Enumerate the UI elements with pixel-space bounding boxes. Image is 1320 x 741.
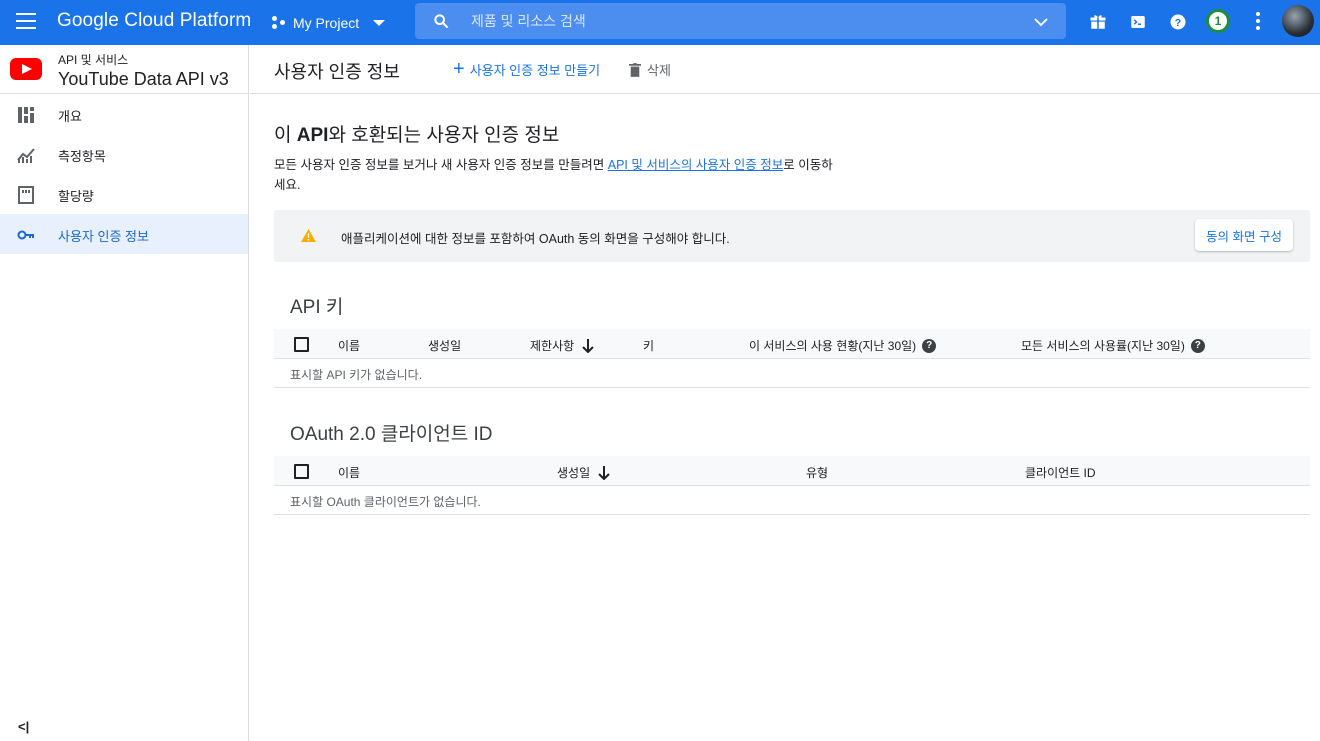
col-label: 이 서비스의 사용 현황(지난 30일) [749,339,917,353]
project-name: My Project [293,15,360,31]
col-usage-all-services[interactable]: 모든 서비스의 사용률(지난 30일)? [1021,337,1205,354]
desc-text: 모든 사용자 인증 정보를 보거나 새 사용자 인증 정보를 만들려면 [274,158,608,172]
create-credentials-button[interactable]: + 사용자 인증 정보 만들기 [453,58,601,80]
oauth-title: OAuth 2.0 클라이언트 ID [290,424,493,445]
col-label: 유형 [806,466,829,480]
col-label: 키 [643,339,655,353]
caret-down-icon [373,20,386,26]
help-icon[interactable]: ? [1167,11,1189,33]
sidebar-item-label: 할당량 [58,189,94,204]
api-keys-table-header: 이름 생성일 제한사항 키 이 서비스의 사용 현황(지난 30일)? 모든 서… [274,329,1310,359]
top-app-bar: Google Cloud Platform My Project ? 1 [0,0,1320,45]
menu-icon[interactable] [16,13,36,29]
delete-button[interactable]: 삭제 [629,60,671,79]
api-subtitle: API 및 서비스 [58,53,129,67]
brand-title[interactable]: Google Cloud Platform [57,10,251,32]
sidebar: API 및 서비스 YouTube Data API v3 개요 측정항목 할당… [0,45,249,741]
select-all-checkbox[interactable] [294,337,309,352]
key-icon [17,230,34,240]
oauth-empty-row: 표시할 OAuth 클라이언트가 없습니다. [274,486,1310,515]
col-type[interactable]: 유형 [806,464,828,481]
search-bar[interactable] [415,3,1066,39]
sidebar-item-label: 개요 [58,109,82,124]
credentials-link[interactable]: API 및 서비스의 사용자 인증 정보 [608,158,784,172]
section-title: 이 API와 호환되는 사용자 인증 정보 [274,120,559,147]
search-input[interactable] [471,13,1011,29]
sidebar-item-metrics[interactable]: 측정항목 [0,134,248,174]
api-keys-empty-row: 표시할 API 키가 없습니다. [274,359,1310,388]
oauth-table-header: 이름 생성일 유형 클라이언트 ID [274,456,1310,486]
delete-label: 삭제 [647,63,671,78]
col-client-id[interactable]: 클라이언트 ID [1025,464,1096,481]
empty-message: 표시할 API 키가 없습니다. [290,368,423,382]
main-content: 사용자 인증 정보 + 사용자 인증 정보 만들기 삭제 이 API와 호환되는… [250,45,1320,741]
api-keys-title: API 키 [290,297,344,318]
sidebar-item-overview[interactable]: 개요 [0,94,248,134]
sidebar-item-label: 사용자 인증 정보 [58,229,149,244]
oauth-consent-alert: 애플리케이션에 대한 정보를 포함하여 OAuth 동의 화면을 구성해야 합니… [274,210,1310,262]
search-icon [434,14,449,29]
warning-icon [301,229,316,242]
api-header: API 및 서비스 YouTube Data API v3 [0,45,248,94]
sidebar-item-quota[interactable]: 할당량 [0,174,248,214]
col-name[interactable]: 이름 [338,337,360,354]
alert-text: 애플리케이션에 대한 정보를 포함하여 OAuth 동의 화면을 구성해야 합니… [341,232,730,246]
section-title-prefix: 이 [274,125,297,146]
sort-arrow-down-icon [582,338,594,353]
trash-icon [629,62,641,77]
page-title: 사용자 인증 정보 [274,62,400,82]
help-icon[interactable]: ? [922,338,937,353]
quota-icon [18,186,34,204]
col-restrictions[interactable]: 제한사항 [530,337,594,354]
select-all-checkbox[interactable] [294,464,309,479]
col-usage-this-service[interactable]: 이 서비스의 사용 현황(지난 30일)? [749,337,937,354]
avatar[interactable] [1282,5,1314,37]
col-label: 제한사항 [530,339,575,353]
cloud-shell-icon[interactable] [1127,11,1149,33]
col-label: 생성일 [557,466,591,480]
sidebar-item-credentials[interactable]: 사용자 인증 정보 [0,214,248,254]
plus-icon: + [453,58,465,80]
notifications-badge[interactable]: 1 [1206,9,1230,33]
project-selector[interactable]: My Project [272,11,386,35]
col-key[interactable]: 키 [643,337,654,354]
col-created[interactable]: 생성일 [428,337,461,354]
empty-message: 표시할 OAuth 클라이언트가 없습니다. [290,495,481,509]
dashboard-icon [18,107,34,123]
project-dots-icon [272,16,286,30]
sort-arrow-down-icon [598,465,610,480]
section-title-bold: API [296,125,329,146]
more-vert-icon[interactable] [1255,12,1261,32]
col-label: 이름 [338,466,361,480]
section-title-suffix: 와 호환되는 사용자 인증 정보 [328,125,560,146]
col-label: 클라이언트 ID [1025,466,1096,480]
page-header: 사용자 인증 정보 + 사용자 인증 정보 만들기 삭제 [250,45,1320,94]
sidebar-item-label: 측정항목 [58,149,106,164]
api-title: YouTube Data API v3 [58,69,229,89]
youtube-logo-icon [10,58,42,80]
section-description: 모든 사용자 인증 정보를 보거나 새 사용자 인증 정보를 만들려면 API … [274,155,834,195]
col-created[interactable]: 생성일 [557,464,610,481]
metrics-icon [17,148,35,163]
col-label: 모든 서비스의 사용률(지난 30일) [1021,339,1185,353]
create-credentials-label: 사용자 인증 정보 만들기 [469,63,601,78]
gift-icon[interactable] [1087,11,1109,33]
chevron-down-icon[interactable] [1032,13,1050,31]
col-label: 생성일 [428,339,462,353]
help-icon[interactable]: ? [1190,338,1205,353]
collapse-sidebar-button[interactable]: <| [18,719,29,734]
col-name[interactable]: 이름 [338,464,360,481]
configure-consent-button[interactable]: 동의 화면 구성 [1195,219,1293,251]
svg-text:?: ? [1175,17,1181,29]
col-label: 이름 [338,339,361,353]
